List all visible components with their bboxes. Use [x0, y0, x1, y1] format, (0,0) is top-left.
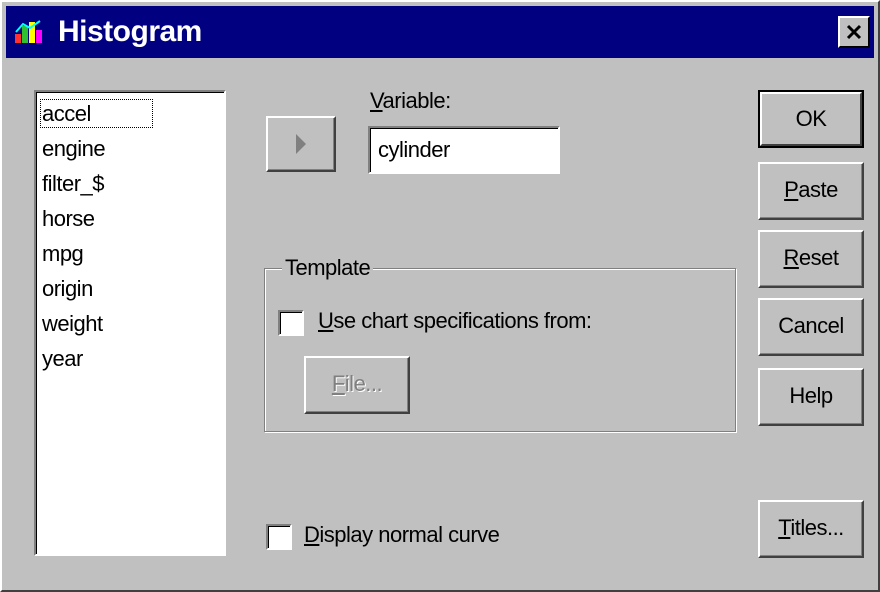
close-icon	[846, 24, 862, 40]
file-label: ile...	[344, 371, 383, 396]
spss-chart-icon	[15, 20, 42, 43]
right-arrow-icon	[296, 134, 306, 154]
help-button[interactable]: Help	[758, 368, 864, 426]
variable-list-item-label: accel	[40, 99, 153, 128]
variable-list-item[interactable]: filter_$	[42, 166, 224, 201]
variable-list-item-label: weight	[42, 311, 103, 336]
use-chart-spec-label[interactable]: Use chart specifications from:	[318, 308, 592, 334]
display-normal-curve-label[interactable]: Display normal curve	[304, 522, 500, 548]
file-accel: F	[331, 371, 345, 396]
titles-label: itles...	[790, 515, 844, 540]
template-legend: Template	[282, 254, 374, 282]
close-button[interactable]	[838, 16, 870, 48]
variable-list-item-label: filter_$	[42, 171, 105, 196]
variable-list-item-label: origin	[42, 276, 93, 301]
titles-accel: T	[778, 515, 791, 540]
paste-label: aste	[798, 177, 838, 202]
variable-list-item-label: horse	[42, 206, 95, 231]
ok-label: OK	[760, 92, 862, 146]
cancel-button[interactable]: Cancel	[758, 298, 864, 356]
reset-accel: R	[783, 245, 800, 270]
source-variable-list[interactable]: accel engine filter_$horse mpg origin weight y…	[34, 90, 226, 556]
variable-field[interactable]	[368, 126, 560, 174]
variable-list-item-label: mpg	[42, 241, 84, 266]
variable-list-item[interactable]: mpg	[42, 236, 224, 271]
title-bar[interactable]: Histogram	[6, 6, 874, 58]
use-chart-spec-checkbox[interactable]	[278, 310, 304, 336]
variable-list-item[interactable]: accel	[40, 96, 224, 131]
display-normal-curve-checkbox[interactable]	[266, 524, 292, 550]
variable-list-item[interactable]: origin	[42, 271, 224, 306]
variable-list-items: accel engine filter_$horse mpg origin weight y…	[36, 92, 224, 376]
variable-list-item[interactable]: engine	[42, 131, 224, 166]
variable-list-item-label: year	[42, 346, 83, 371]
reset-label: eset	[798, 245, 839, 270]
variable-list-item[interactable]: horse	[42, 201, 224, 236]
move-variable-button[interactable]	[266, 116, 336, 172]
variable-list-item-label: engine	[42, 136, 106, 161]
reset-button[interactable]: Reset	[758, 230, 864, 288]
window-title: Histogram	[58, 15, 202, 48]
variable-list-item[interactable]: year	[42, 341, 224, 376]
paste-accel: P	[784, 177, 799, 202]
paste-button[interactable]: Paste	[758, 162, 864, 220]
variable-list-item[interactable]: weight	[42, 306, 224, 341]
histogram-dialog: Histogram accel engine filter_$horse mpg ori…	[0, 0, 880, 592]
ok-button[interactable]: OK	[758, 90, 864, 148]
titles-button[interactable]: Titles...	[758, 500, 864, 558]
variable-input[interactable]	[378, 137, 548, 163]
variable-label: Variable:	[370, 88, 451, 113]
file-button[interactable]: File...	[304, 356, 410, 414]
